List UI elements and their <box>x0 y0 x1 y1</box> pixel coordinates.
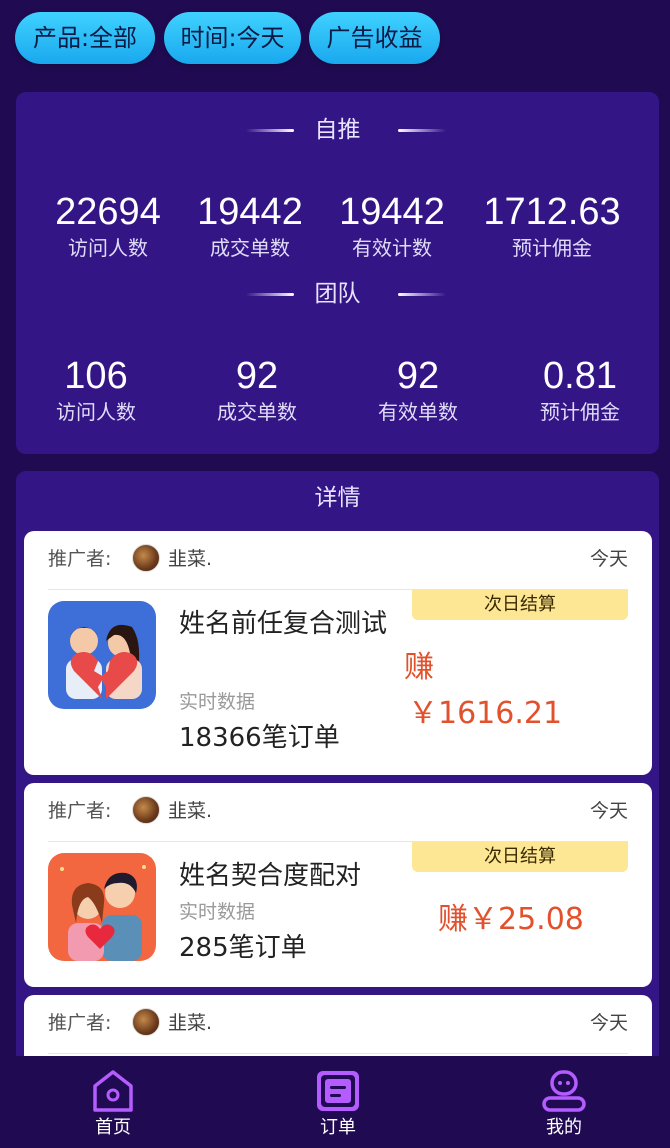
team-section-title: 团队 <box>314 281 361 307</box>
self-section-title: 自推 <box>314 117 361 143</box>
details-title: 详情 <box>314 485 361 511</box>
card-header: 推广者: 韭菜. 今天 <box>24 995 652 1051</box>
order-date: 今天 <box>589 1012 628 1034</box>
product-thumbnail <box>48 853 156 961</box>
order-count: 285笔订单 <box>179 933 307 963</box>
card-header: 推广者: 韭菜. 今天 <box>24 531 652 587</box>
stat-label: 有效计数 <box>352 236 432 260</box>
order-card[interactable]: 推广者: 韭菜. 今天 次日结算 姓名契合度配对 实时数据 285笔订单 赚 ￥… <box>24 783 652 987</box>
tab-orders[interactable]: 订单 <box>298 1068 378 1140</box>
order-date: 今天 <box>589 548 628 570</box>
stat-label: 预计佣金 <box>512 236 592 260</box>
tab-home[interactable]: 首页 <box>73 1068 153 1140</box>
self-stat-valid: 19442 有效计数 <box>312 190 472 262</box>
stat-value: 19442 <box>197 191 303 233</box>
stat-value: 92 <box>396 355 440 397</box>
ad-income-filter-button[interactable]: 广告收益 <box>309 12 440 64</box>
avatar <box>132 1008 160 1036</box>
order-date: 今天 <box>589 800 628 822</box>
self-stat-commission: 1712.63 预计佣金 <box>472 190 632 262</box>
stat-label: 访问人数 <box>68 236 148 260</box>
team-stat-deals: 92 成交单数 <box>177 354 337 426</box>
time-filter-button[interactable]: 时间:今天 <box>164 12 301 64</box>
team-stat-valid: 92 有效单数 <box>338 354 498 426</box>
couple-heartbreak-icon <box>48 601 156 709</box>
card-header: 推广者: 韭菜. 今天 <box>24 783 652 839</box>
tab-label: 我的 <box>546 1117 582 1138</box>
order-card[interactable]: 推广者: 韭菜. 今天 次日结算 姓名前任复合测试 实时数据 18366笔订单 … <box>24 531 652 775</box>
self-stat-deals: 19442 成交单数 <box>170 190 330 262</box>
stat-label: 成交单数 <box>210 236 290 260</box>
settlement-tag: 次日结算 <box>412 590 628 620</box>
promoter-label: 推广者: <box>48 800 112 822</box>
stat-value: 1712.63 <box>483 191 621 233</box>
divider <box>48 1053 628 1054</box>
avatar <box>132 796 160 824</box>
order-count: 18366笔订单 <box>179 723 340 753</box>
stat-value: 92 <box>235 355 279 397</box>
stat-value: 22694 <box>55 191 161 233</box>
product-subtitle: 实时数据 <box>179 691 256 713</box>
couple-heart-icon <box>48 853 156 961</box>
divider-line <box>398 129 446 132</box>
stat-label: 成交单数 <box>217 400 297 424</box>
stats-panel: 自推 22694 访问人数 19442 成交单数 19442 有效计数 1712… <box>16 92 659 454</box>
team-stat-commission: 0.81 预计佣金 <box>500 354 660 426</box>
team-stat-visitors: 106 访问人数 <box>16 354 176 426</box>
details-panel: 详情 推广者: 韭菜. 今天 次日结算 姓名前任复合测试 实时数据 18366笔… <box>16 471 659 1115</box>
product-subtitle: 实时数据 <box>179 901 256 923</box>
order-icon <box>317 1071 359 1111</box>
stat-label: 预计佣金 <box>540 400 620 424</box>
stat-value: 19442 <box>339 191 445 233</box>
tab-profile[interactable]: 我的 <box>524 1068 604 1140</box>
stat-label: 访问人数 <box>56 400 136 424</box>
promoter-label: 推广者: <box>48 1012 112 1034</box>
divider-line <box>398 293 446 296</box>
bottom-tab-bar: 首页 订单 我的 <box>0 1056 670 1148</box>
filter-bar: 产品:全部 时间:今天 广告收益 <box>15 12 655 64</box>
settlement-tag: 次日结算 <box>412 842 628 872</box>
product-thumbnail <box>48 601 156 709</box>
self-section-header: 自推 <box>16 112 659 148</box>
promoter-nickname: 韭菜. <box>168 800 213 822</box>
earn-amount: ￥1616.21 <box>408 696 563 731</box>
earn-label: 赚 <box>404 650 434 685</box>
home-icon <box>93 1070 133 1112</box>
promoter-nickname: 韭菜. <box>168 1012 213 1034</box>
earn-amount: ￥25.08 <box>468 902 584 937</box>
stat-value: 106 <box>64 355 128 397</box>
stat-value: 0.81 <box>543 355 617 397</box>
tab-label: 订单 <box>320 1117 356 1138</box>
earn-label: 赚 <box>438 902 468 937</box>
stat-label: 有效单数 <box>378 400 458 424</box>
product-name: 姓名前任复合测试 <box>179 609 388 639</box>
self-stat-visitors: 22694 访问人数 <box>28 190 188 262</box>
avatar <box>132 544 160 572</box>
promoter-nickname: 韭菜. <box>168 548 213 570</box>
product-filter-button[interactable]: 产品:全部 <box>15 12 155 64</box>
promoter-label: 推广者: <box>48 548 112 570</box>
product-name: 姓名契合度配对 <box>179 861 362 891</box>
tab-label: 首页 <box>95 1117 131 1138</box>
team-section-header: 团队 <box>16 276 659 312</box>
profile-icon <box>542 1070 586 1112</box>
